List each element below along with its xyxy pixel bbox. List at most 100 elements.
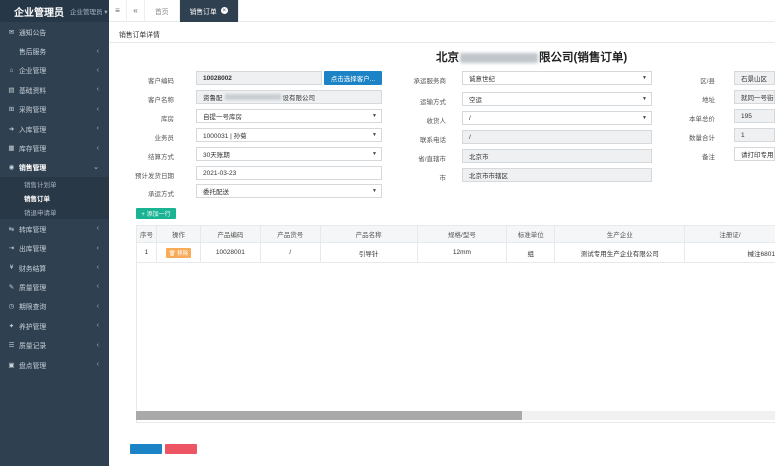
sidebar-item-b0[interactable]: ✉ 通知公告 — [0, 22, 109, 41]
city-label: 市 — [439, 175, 447, 182]
carrier-mode-select[interactable]: 委托配送 ▼ — [196, 184, 382, 198]
tab-sales-order[interactable]: 销售订单 × — [179, 0, 239, 22]
carrier-label: 承运服务商 — [413, 78, 447, 85]
user-menu[interactable]: 企业管理员 ▾ — [70, 6, 108, 16]
transport-value: 空运 — [469, 97, 482, 104]
col-article: 产品货号 — [259, 225, 321, 243]
address-label: 地址 — [702, 97, 715, 104]
chevron-left-icon: ‹ — [96, 47, 99, 55]
salesman-label: 业务员 — [154, 135, 175, 142]
salesman-select[interactable]: 1000031 | 孙菊 ▼ — [196, 128, 382, 142]
cancel-button[interactable] — [165, 444, 197, 454]
maintenance-icon: ✦ — [8, 322, 15, 330]
sidebar-item-label: 基础资料 — [19, 87, 47, 95]
sidebar-item-b5[interactable]: ➜ 入库管理 ‹ — [0, 119, 109, 138]
chevron-down-icon: ⌄ — [93, 164, 99, 172]
sidebar-item-a4[interactable]: ◷ 期限查询 ‹ — [0, 297, 109, 316]
sidebar-item-b6[interactable]: ▦ 库存管理 ‹ — [0, 138, 109, 157]
submenu-sales-order[interactable]: 销售订单 — [0, 191, 109, 205]
carrier-select[interactable]: 诚意世纪 ▼ — [462, 71, 652, 85]
remark-input[interactable]: 请打印专用票 — [734, 147, 775, 161]
add-row-button[interactable]: + 添加一行 — [136, 208, 176, 219]
sidebar-item-a5[interactable]: ✦ 养护管理 ‹ — [0, 316, 109, 335]
redacted-text — [224, 94, 281, 100]
sidebar-item-a0[interactable]: ⇆ 转库管理 ‹ — [0, 219, 109, 238]
remove-row-button[interactable]: 🗑 移除 — [165, 247, 192, 258]
tab-bar: ≡ « 首页 销售订单 × — [109, 0, 775, 22]
district-label: 区/县 — [700, 78, 715, 85]
close-icon[interactable]: × — [220, 7, 228, 14]
settlement-label: 结算方式 — [148, 154, 174, 161]
cell-code: 10028001 — [199, 242, 261, 263]
user-menu-label[interactable]: 企业管理员 — [70, 9, 103, 16]
customer-code-label: 客户编码 — [148, 78, 174, 85]
ship-date-input[interactable]: 2021-03-23 — [196, 166, 382, 180]
chevron-left-icon: ‹ — [96, 322, 99, 330]
sidebar-item-label: 盘点管理 — [19, 362, 47, 370]
menu-toggle-icon[interactable]: ≡ — [109, 0, 127, 22]
total-price-field: 195 — [734, 109, 775, 123]
col-name: 产品名称 — [319, 225, 418, 243]
title-prefix: 北京 — [436, 52, 459, 64]
warehouse-select[interactable]: 自提一号库房 ▼ — [196, 109, 382, 123]
sign-in-icon: ➜ — [8, 125, 15, 133]
cell-article: / — [259, 242, 321, 263]
sidebar-item-a2[interactable]: ¥ 财务结算 ‹ — [0, 258, 109, 277]
address-field: 就同一号街 — [734, 90, 775, 104]
table-row: 1 🗑 移除 10028001 / 引导针 12mm 组 测试专用生产企业有限公… — [136, 242, 775, 263]
sidebar-item-b1[interactable]: 售后服务 ‹ — [0, 41, 109, 60]
home-icon: ⌂ — [9, 66, 14, 74]
transport-select[interactable]: 空运 ▼ — [462, 92, 652, 106]
sidebar-item-b4[interactable]: ⊞ 采购管理 ‹ — [0, 100, 109, 119]
sidebar-item-a1[interactable]: ⇥ 出库管理 ‹ — [0, 239, 109, 258]
select-customer-button[interactable]: 点击选择客户... — [324, 71, 382, 85]
submenu-sales-plan[interactable]: 销售计划单 — [0, 177, 109, 191]
inventory-icon: ▣ — [8, 361, 15, 369]
sidebar-item-label: 采购管理 — [19, 107, 47, 115]
caret-down-icon: ▼ — [642, 75, 647, 81]
tab-home[interactable]: 首页 — [145, 0, 180, 22]
sidebar-item-label: 售后服务 — [19, 49, 47, 57]
brand-bar: 企业管理员 企业管理员 ▾ — [0, 0, 109, 22]
chevron-left-icon: ‹ — [96, 144, 99, 152]
table-header-row: 序号 操作 产品编码 产品货号 产品名称 规格/型号 标准单位 生产企业 注册证… — [136, 225, 775, 243]
save-button[interactable] — [130, 444, 162, 454]
finance-icon: ¥ — [9, 264, 14, 272]
submenu-return-request[interactable]: 销退申请单 — [0, 205, 109, 219]
province-label: 省/直辖市 — [418, 156, 446, 163]
sidebar-item-a6[interactable]: ☰ 质量记录 ‹ — [0, 335, 109, 354]
sidebar-item-label: 出库管理 — [19, 246, 47, 254]
quality-icon: ✎ — [8, 283, 15, 291]
col-reg: 注册证/ — [684, 225, 775, 243]
sidebar-item-sales[interactable]: ◉ 销售管理 ⌄ — [0, 158, 109, 177]
settlement-select[interactable]: 30天账期 ▼ — [196, 147, 382, 161]
col-index: 序号 — [136, 225, 157, 243]
sales-icon: ◉ — [8, 164, 15, 172]
sidebar-item-a7[interactable]: ▣ 盘点管理 ‹ — [0, 355, 109, 374]
chevron-left-icon: ‹ — [96, 105, 99, 113]
warehouse-value: 自提一号库房 — [203, 114, 242, 121]
cell-maker: 测试专用生产企业有限公司 — [554, 242, 686, 263]
sidebar-item-label: 入库管理 — [19, 126, 47, 134]
tab-scroll-left-icon[interactable]: « — [127, 0, 145, 22]
district-field: 石景山区 — [734, 71, 775, 85]
caret-down-icon: ▼ — [372, 113, 377, 119]
breadcrumb: 销售订单详情 — [119, 32, 160, 39]
sidebar-item-label: 转库管理 — [19, 226, 47, 234]
col-maker: 生产企业 — [554, 225, 686, 243]
scrollbar-thumb[interactable] — [136, 411, 522, 420]
warehouse-icon: ▦ — [8, 145, 15, 153]
cell-unit: 组 — [506, 242, 556, 263]
horizontal-scrollbar[interactable] — [136, 411, 775, 420]
sidebar-item-b2[interactable]: ⌂ 企业管理 ‹ — [0, 61, 109, 80]
database-icon: ▤ — [8, 86, 15, 94]
page-title: 北京 限公司(销售订单) — [436, 49, 627, 65]
carrier-mode-value: 委托配送 — [203, 189, 229, 196]
carrier-mode-label: 承运方式 — [148, 191, 174, 198]
sidebar-item-a3[interactable]: ✎ 质量管理 ‹ — [0, 277, 109, 296]
sidebar: 企业管理员 企业管理员 ▾ ✉ 通知公告 售后服务 ‹ ⌂ 企业管理 ‹ ▤ 基础资料 ‹ ⊞ 采购管… — [0, 0, 109, 466]
cell-spec: 12mm — [416, 242, 508, 263]
chevron-left-icon: ‹ — [96, 302, 99, 310]
sidebar-item-b3[interactable]: ▤ 基础资料 ‹ — [0, 80, 109, 99]
receiver-select[interactable]: / ▼ — [462, 111, 652, 125]
